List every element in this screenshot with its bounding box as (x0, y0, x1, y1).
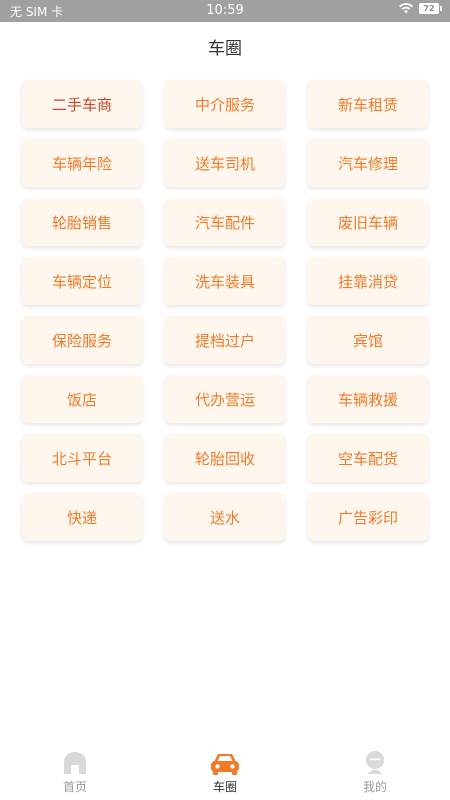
category-tile[interactable]: 快递 (22, 493, 142, 541)
bottom-nav: 首页 车圈 我的 (0, 744, 450, 800)
category-tile[interactable]: 洗车装具 (165, 257, 285, 305)
category-tile[interactable]: 新车租赁 (308, 80, 428, 128)
clock: 10:59 (206, 3, 244, 18)
status-indicators: 72 (399, 3, 442, 14)
car-icon (210, 750, 240, 776)
nav-home[interactable]: 首页 (0, 744, 150, 800)
category-tile[interactable]: 广告彩印 (308, 493, 428, 541)
category-tile[interactable]: 送车司机 (165, 139, 285, 187)
category-tile[interactable]: 车辆救援 (308, 375, 428, 423)
category-tile[interactable]: 轮胎回收 (165, 434, 285, 482)
category-tile[interactable]: 汽车配件 (165, 198, 285, 246)
wifi-icon (399, 3, 413, 14)
category-tile[interactable]: 饭店 (22, 375, 142, 423)
page-title: 车圈 (208, 39, 242, 59)
category-tile[interactable]: 二手车商 (22, 80, 142, 128)
category-tile[interactable]: 汽车修理 (308, 139, 428, 187)
battery-level: 72 (419, 3, 439, 14)
nav-home-label: 首页 (62, 780, 87, 794)
category-tile[interactable]: 车辆年险 (22, 139, 142, 187)
nav-profile-label: 我的 (362, 780, 387, 794)
category-tile[interactable]: 轮胎销售 (22, 198, 142, 246)
battery-icon: 72 (419, 3, 442, 14)
category-tile[interactable]: 挂靠消贷 (308, 257, 428, 305)
category-tile[interactable]: 空车配货 (308, 434, 428, 482)
category-tile[interactable]: 送水 (165, 493, 285, 541)
category-tile[interactable]: 保险服务 (22, 316, 142, 364)
category-tile[interactable]: 废旧车辆 (308, 198, 428, 246)
status-bar: 无 SIM 卡 10:59 72 (0, 0, 450, 22)
category-tile[interactable]: 代办营运 (165, 375, 285, 423)
nav-car-circle[interactable]: 车圈 (150, 744, 300, 800)
category-grid: 二手车商 中介服务 新车租赁 车辆年险 送车司机 汽车修理 轮胎销售 汽车配件 … (22, 80, 428, 541)
category-tile[interactable]: 北斗平台 (22, 434, 142, 482)
category-tile[interactable]: 提档过户 (165, 316, 285, 364)
nav-profile[interactable]: 我的 (300, 744, 450, 800)
category-tile[interactable]: 车辆定位 (22, 257, 142, 305)
nav-car-circle-label: 车圈 (212, 780, 237, 794)
category-tile[interactable]: 中介服务 (165, 80, 285, 128)
profile-icon (360, 750, 390, 776)
home-icon (60, 750, 90, 776)
category-tile[interactable]: 宾馆 (308, 316, 428, 364)
